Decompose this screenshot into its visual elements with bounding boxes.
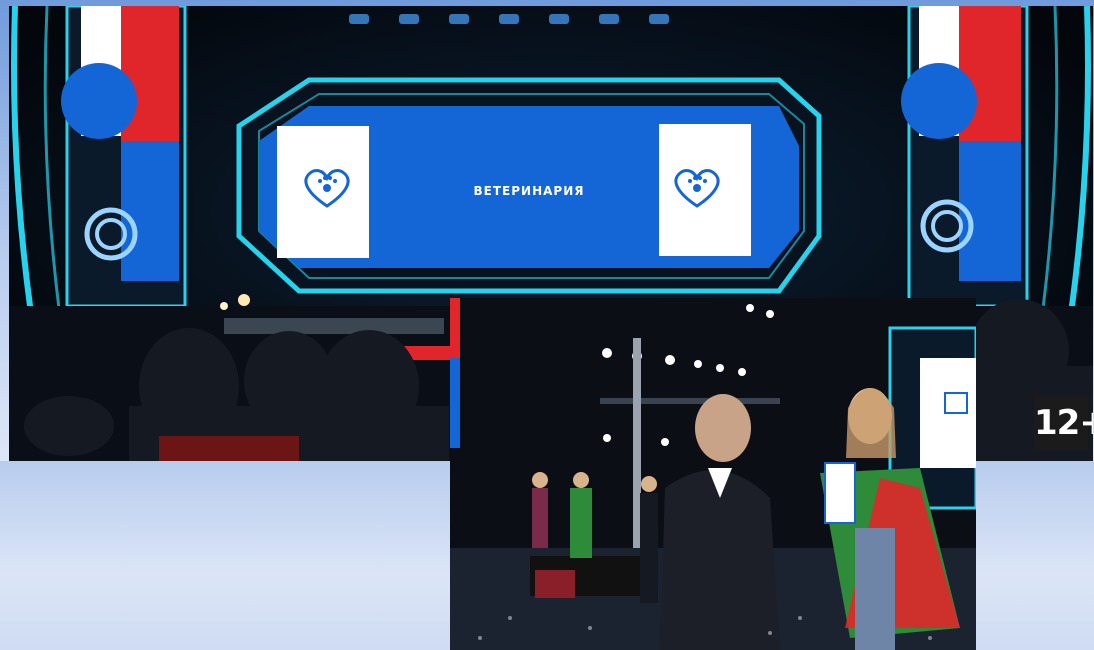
slide-background-right: [976, 461, 1094, 650]
ceremony-photo: [450, 298, 976, 650]
age-rating-badge: 12+: [1034, 396, 1093, 450]
right-led-panel: [901, 6, 1029, 308]
slide-background-left: [0, 461, 450, 650]
screen-title: ВЕТЕРИНАРИЯ: [473, 184, 585, 198]
left-screen-card: [277, 126, 369, 258]
diploma: [824, 462, 856, 524]
ceremony-illustration: [450, 298, 976, 650]
right-screen-card: [659, 124, 751, 256]
